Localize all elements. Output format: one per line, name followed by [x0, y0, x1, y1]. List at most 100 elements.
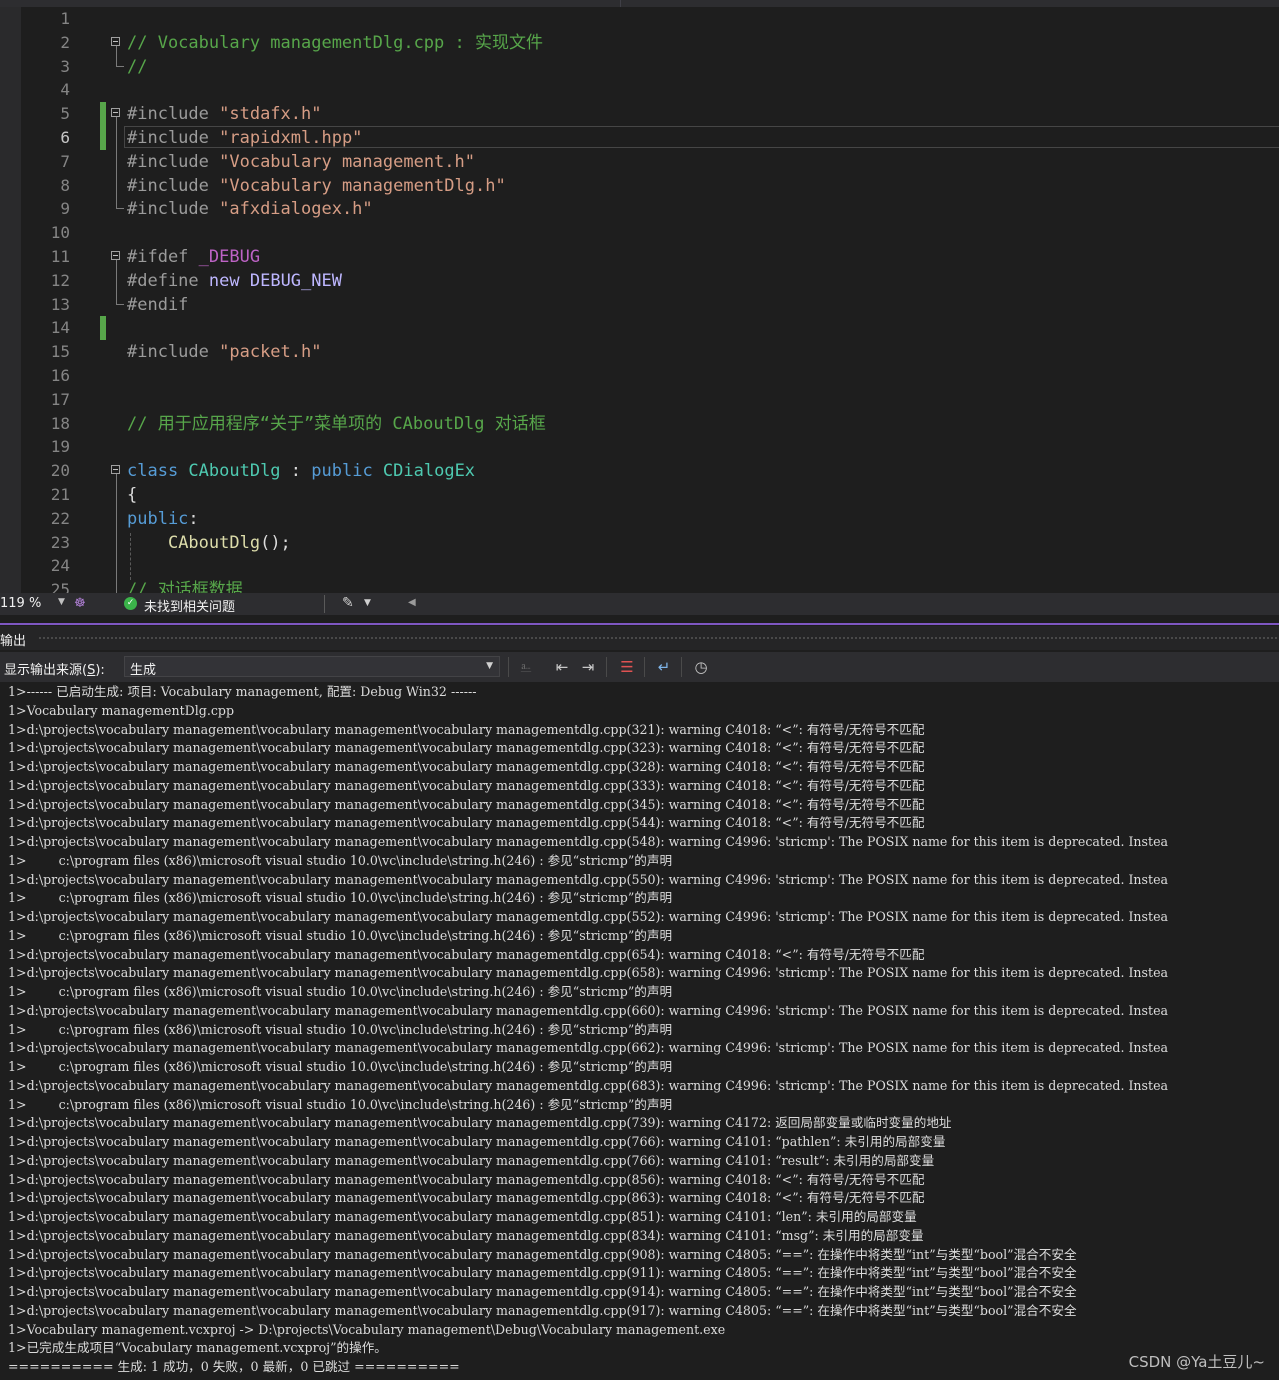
code-line[interactable]: 1: [0, 7, 1279, 31]
code-token: // 用于应用程序“关于”菜单项的 CAboutDlg 对话框: [127, 413, 546, 434]
zoom-dropdown-icon[interactable]: ▼: [58, 597, 65, 607]
code-line[interactable]: 20 class CAboutDlg : public CDialogEx: [0, 459, 1279, 483]
code-line[interactable]: 4: [0, 78, 1279, 102]
prev-message-icon[interactable]: ⇤: [552, 657, 572, 677]
output-source-select[interactable]: 生成 ▼: [124, 656, 500, 678]
code-line[interactable]: 19: [0, 435, 1279, 459]
output-line: 1>Vocabulary management.vcxproj -> D:\pr…: [8, 1321, 726, 1337]
output-toolbar: 显示输出来源(S): 生成 ▼ ⎁ ⇤ ⇥ ☰ ↵ ◷: [0, 652, 1279, 682]
code-line[interactable]: 15 #include "packet.h": [0, 340, 1279, 364]
word-wrap-icon[interactable]: ↵: [654, 657, 674, 677]
code-line[interactable]: 16: [0, 364, 1279, 388]
code-line[interactable]: 13 #endif: [0, 293, 1279, 317]
scroll-left-icon[interactable]: ◀: [408, 597, 416, 608]
code-token: #include: [127, 175, 220, 196]
fold-toggle-icon[interactable]: [111, 108, 120, 118]
output-line: 1>d:\projects\vocabulary management\voca…: [8, 1284, 1077, 1299]
output-text-area[interactable]: 1>------ 已启动生成: 项目: Vocabulary managemen…: [0, 682, 1279, 1380]
toolbar-separator: [606, 657, 607, 677]
output-line: 1>d:\projects\vocabulary management\voca…: [8, 909, 1169, 924]
toolbar-separator: [508, 657, 509, 677]
code-line[interactable]: 14: [0, 316, 1279, 340]
code-text: #include "Vocabulary management.h": [127, 150, 475, 174]
code-token: "afxdialogex.h": [219, 199, 373, 220]
code-cleanup-dropdown-icon[interactable]: ▼: [364, 598, 371, 608]
output-line: 1>d:\projects\vocabulary management\voca…: [8, 1134, 946, 1149]
clear-all-icon[interactable]: ☰: [617, 657, 637, 677]
code-cleanup-icon[interactable]: ✎: [342, 595, 354, 611]
output-line: 1> c:\program files (x86)\microsoft visu…: [8, 1021, 673, 1037]
output-line: 1>已完成生成项目“Vocabulary management.vcxproj”…: [8, 1340, 387, 1356]
issues-status[interactable]: 未找到相关问题: [144, 596, 235, 615]
code-line[interactable]: 17: [0, 388, 1279, 412]
code-text: public:: [127, 507, 199, 531]
toolbar-separator: [644, 657, 645, 677]
code-token: new: [208, 270, 240, 291]
code-token: {: [127, 485, 138, 505]
code-text: #endif: [127, 293, 188, 317]
code-line[interactable]: 25 // 对话框数据: [0, 578, 1279, 593]
code-line[interactable]: 10: [0, 221, 1279, 245]
code-token: DEBUG_NEW: [249, 270, 342, 291]
code-line[interactable]: 9 #include "afxdialogex.h": [0, 197, 1279, 221]
code-token: //: [127, 56, 148, 77]
fold-toggle-icon[interactable]: [111, 251, 120, 260]
output-line: 1>d:\projects\vocabulary management\voca…: [8, 815, 925, 831]
code-token: :: [188, 508, 199, 529]
code-token: #define: [127, 270, 209, 291]
code-editor[interactable]: 1 2// Vocabulary managementDlg.cpp : 实现文件…: [0, 7, 1279, 593]
line-number: 25: [50, 580, 70, 593]
copilot-icon[interactable]: ☸: [74, 596, 86, 611]
code-line[interactable]: 21 {: [0, 483, 1279, 507]
line-number: 11: [50, 247, 70, 266]
code-line[interactable]: 6 #include "rapidxml.hpp": [0, 126, 1279, 150]
line-number: 8: [60, 175, 70, 195]
code-line[interactable]: 12 #define new DEBUG_NEW: [0, 269, 1279, 293]
code-text: class CAboutDlg : public CDialogEx: [127, 459, 475, 483]
code-line[interactable]: 23 CAboutDlg();: [0, 531, 1279, 555]
line-number: 14: [50, 318, 70, 338]
code-line[interactable]: 22 public:: [0, 507, 1279, 531]
code-line[interactable]: 8 #include "Vocabulary managementDlg.h": [0, 174, 1279, 198]
output-line: 1>d:\projects\vocabulary management\voca…: [8, 721, 925, 737]
fold-guide: [116, 260, 117, 304]
watermark: CSDN @Ya土豆儿~: [1128, 1353, 1265, 1371]
output-line: 1>d:\projects\vocabulary management\voca…: [8, 796, 925, 812]
code-token: "packet.h": [219, 342, 322, 363]
output-panel-title: 输出: [0, 634, 27, 649]
code-token: ();: [260, 532, 291, 553]
fold-toggle-icon[interactable]: [111, 465, 120, 475]
code-line[interactable]: 3 //: [0, 55, 1279, 79]
code-line[interactable]: 11 #ifdef _DEBUG: [0, 245, 1279, 269]
code-token: #include: [127, 342, 220, 363]
fold-guide-end: [116, 65, 124, 67]
output-panel-header: 输出: [0, 626, 1279, 650]
output-line: 1>d:\projects\vocabulary management\voca…: [8, 946, 925, 962]
output-line: 1>------ 已启动生成: 项目: Vocabulary managemen…: [8, 684, 477, 699]
code-line[interactable]: 2 // Vocabulary managementDlg.cpp : 实现文件: [0, 31, 1279, 55]
panel-splitter[interactable]: [0, 623, 1279, 625]
code-line[interactable]: 18 // 用于应用程序“关于”菜单项的 CAboutDlg 对话框: [0, 412, 1279, 436]
fold-guide: [116, 474, 117, 593]
code-text: #include "rapidxml.hpp": [127, 126, 362, 150]
line-number: 17: [50, 389, 70, 409]
code-line[interactable]: 5 #include "stdafx.h": [0, 102, 1279, 126]
code-line[interactable]: 7 #include "Vocabulary management.h": [0, 150, 1279, 174]
code-text: CAboutDlg();: [127, 531, 291, 555]
line-number: 2: [60, 32, 70, 52]
fold-toggle-icon[interactable]: [111, 36, 120, 46]
line-number: 16: [50, 366, 70, 385]
find-message-icon[interactable]: ⎁: [516, 657, 536, 677]
output-line: 1>d:\projects\vocabulary management\voca…: [8, 1115, 952, 1131]
code-text: #ifdef _DEBUG: [127, 245, 260, 269]
clock-icon[interactable]: ◷: [691, 657, 711, 677]
fold-guide-end: [116, 303, 124, 305]
next-message-icon[interactable]: ⇥: [578, 657, 598, 677]
output-line: 1>d:\projects\vocabulary management\voca…: [8, 1209, 917, 1224]
document-tab-strip: [0, 0, 1279, 7]
output-line: 1>d:\projects\vocabulary management\voca…: [8, 740, 925, 756]
panel-drag-grip[interactable]: [38, 636, 1279, 641]
code-line[interactable]: 24: [0, 554, 1279, 578]
output-line: 1> c:\program files (x86)\microsoft visu…: [8, 890, 673, 906]
zoom-level[interactable]: 119 %: [0, 596, 41, 611]
